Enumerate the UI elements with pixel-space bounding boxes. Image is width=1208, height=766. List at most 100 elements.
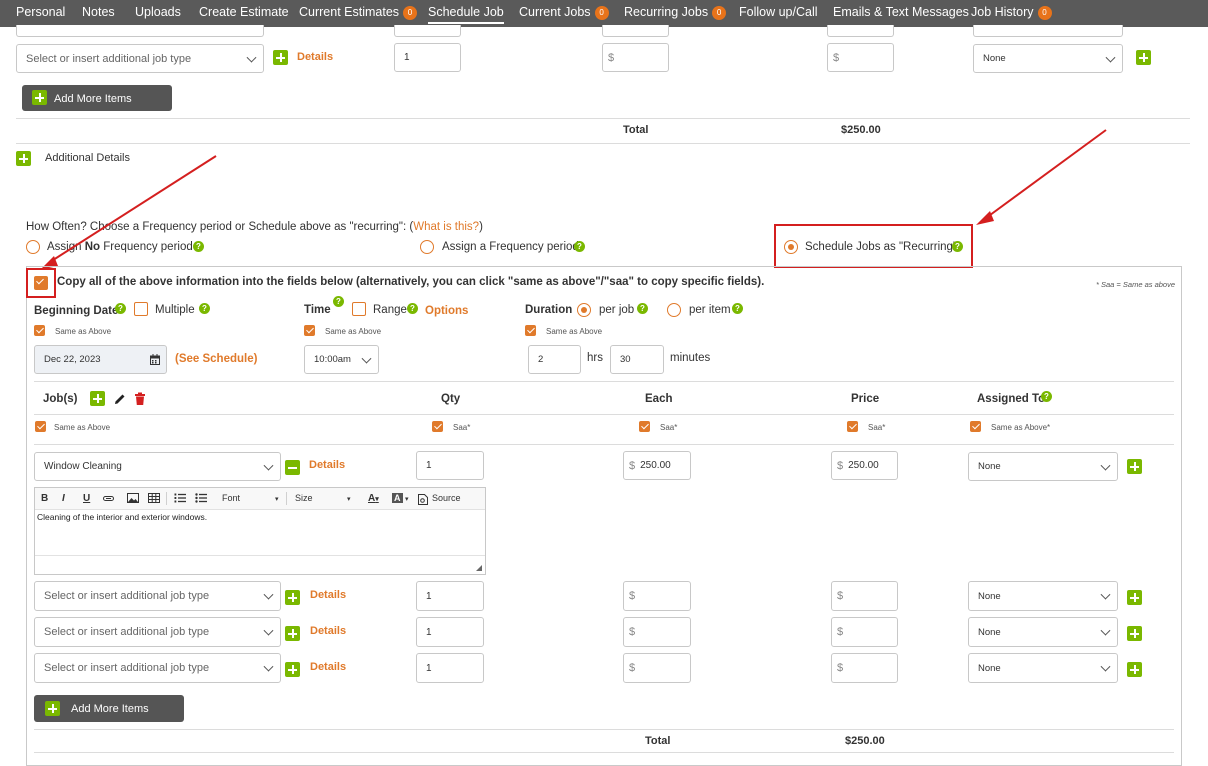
options-link[interactable]: Options [425, 305, 468, 317]
details-link[interactable]: Details [310, 661, 346, 673]
copy-all-label: Copy all of the above information into t… [57, 276, 765, 288]
qty-saa-checkbox[interactable] [432, 421, 443, 432]
jobs-saa-checkbox[interactable] [35, 421, 46, 432]
radio-per-item[interactable] [667, 303, 681, 317]
saa-label: Saa* [660, 423, 678, 432]
pencil-icon[interactable] [113, 392, 127, 406]
qty-input[interactable]: 1 [416, 451, 484, 480]
qty-input[interactable]: 1 [416, 581, 484, 611]
time-label: Time [304, 304, 331, 316]
add-details-icon[interactable] [285, 662, 300, 677]
time-select[interactable]: 10:00am [304, 345, 379, 374]
minutes-label: minutes [670, 352, 711, 364]
font-dropdown[interactable]: Font [222, 493, 240, 503]
chevron-down-icon [263, 460, 274, 471]
help-icon[interactable]: ? [637, 303, 648, 314]
saa-label: Same as Above* [991, 423, 1051, 432]
copy-all-checkbox[interactable] [34, 276, 48, 290]
duration-same-as-above-checkbox[interactable] [525, 325, 536, 336]
divider [34, 444, 1174, 445]
help-icon[interactable]: ? [199, 303, 210, 314]
assigned-select[interactable]: None [968, 581, 1118, 611]
details-link[interactable]: Details [310, 625, 346, 637]
editor-footer-divider [35, 555, 485, 556]
chevron-down-icon [1100, 460, 1111, 471]
calendar-icon [150, 354, 160, 365]
job-type-select[interactable]: Select or insert additional job type [34, 581, 281, 611]
price-input[interactable]: $ [831, 653, 898, 683]
job-type-select[interactable]: Select or insert additional job type [34, 653, 281, 683]
date-same-as-above-checkbox[interactable] [34, 325, 45, 336]
details-link[interactable]: Details [309, 459, 345, 471]
range-checkbox[interactable] [352, 302, 366, 316]
details-editor[interactable]: B I U Font ▾ Size ▾ A▾ A ▾ Source Cleani… [34, 487, 486, 575]
each-input[interactable]: $250.00 [623, 451, 691, 480]
total-label: Total [645, 735, 671, 747]
see-schedule-link[interactable]: (See Schedule) [175, 353, 257, 365]
job-type-select[interactable]: Window Cleaning [34, 452, 281, 481]
add-details-icon[interactable] [285, 590, 300, 605]
caret-down-icon: ▾ [405, 496, 409, 503]
price-input[interactable]: $ [831, 617, 898, 647]
beginning-date-input[interactable]: Dec 22, 2023 [34, 345, 167, 374]
source-icon[interactable] [418, 494, 428, 505]
toolbar-separator [286, 492, 287, 505]
price-header: Price [851, 393, 880, 405]
details-link[interactable]: Details [310, 589, 346, 601]
qty-input[interactable]: 1 [416, 617, 484, 647]
job-type-select[interactable]: Select or insert additional job type [34, 617, 281, 647]
table-icon[interactable] [148, 493, 160, 503]
qty-header: Qty [441, 393, 461, 405]
editor-toolbar: B I U Font ▾ Size ▾ A▾ A ▾ Source [35, 488, 485, 510]
add-row-icon[interactable] [1127, 459, 1142, 474]
help-icon[interactable]: ? [115, 303, 126, 314]
underline-button[interactable]: U [83, 493, 90, 504]
price-input[interactable]: $250.00 [831, 451, 898, 480]
assigned-select[interactable]: None [968, 617, 1118, 647]
radio-per-job[interactable] [577, 303, 591, 317]
size-dropdown[interactable]: Size [295, 493, 313, 503]
bullet-list-icon[interactable] [195, 493, 207, 503]
background-color-button[interactable]: A [392, 493, 403, 503]
add-more-items-button[interactable]: Add More Items [34, 695, 184, 722]
text-color-button[interactable]: A▾ [368, 493, 379, 504]
divider [34, 381, 1174, 382]
add-row-icon[interactable] [1127, 626, 1142, 641]
price-input[interactable]: $ [831, 581, 898, 611]
image-icon[interactable] [127, 493, 139, 503]
help-icon[interactable]: ? [1041, 391, 1052, 402]
each-input[interactable]: $ [623, 581, 691, 611]
add-job-icon[interactable] [90, 391, 105, 406]
trash-icon[interactable] [134, 392, 146, 406]
bold-button[interactable]: B [41, 493, 48, 504]
multiple-checkbox[interactable] [134, 302, 148, 316]
italic-button[interactable]: I [62, 493, 65, 504]
add-details-icon[interactable] [285, 626, 300, 641]
duration-hours-input[interactable]: 2 [528, 345, 581, 374]
link-icon[interactable] [103, 494, 114, 503]
each-input[interactable]: $ [623, 653, 691, 683]
jobs-header: Job(s) [43, 393, 78, 405]
qty-input[interactable]: 1 [416, 653, 484, 683]
resize-handle-icon[interactable] [476, 565, 482, 571]
assigned-select[interactable]: None [968, 653, 1118, 683]
help-icon[interactable]: ? [407, 303, 418, 314]
chevron-down-icon [361, 353, 372, 364]
duration-minutes-input[interactable]: 30 [610, 345, 664, 374]
add-row-icon[interactable] [1127, 662, 1142, 677]
collapse-details-icon[interactable] [285, 460, 300, 475]
help-icon[interactable]: ? [333, 296, 344, 307]
price-saa-checkbox[interactable] [847, 421, 858, 432]
assigned-select[interactable]: None [968, 452, 1118, 481]
editor-content[interactable]: Cleaning of the interior and exterior wi… [37, 512, 207, 522]
help-icon[interactable]: ? [732, 303, 743, 314]
time-same-as-above-checkbox[interactable] [304, 325, 315, 336]
saa-label: Saa* [868, 423, 886, 432]
each-input[interactable]: $ [623, 617, 691, 647]
each-saa-checkbox[interactable] [639, 421, 650, 432]
numbered-list-icon[interactable] [174, 493, 186, 503]
add-row-icon[interactable] [1127, 590, 1142, 605]
source-button[interactable]: Source [432, 493, 461, 503]
assigned-saa-checkbox[interactable] [970, 421, 981, 432]
toolbar-separator [166, 492, 167, 505]
